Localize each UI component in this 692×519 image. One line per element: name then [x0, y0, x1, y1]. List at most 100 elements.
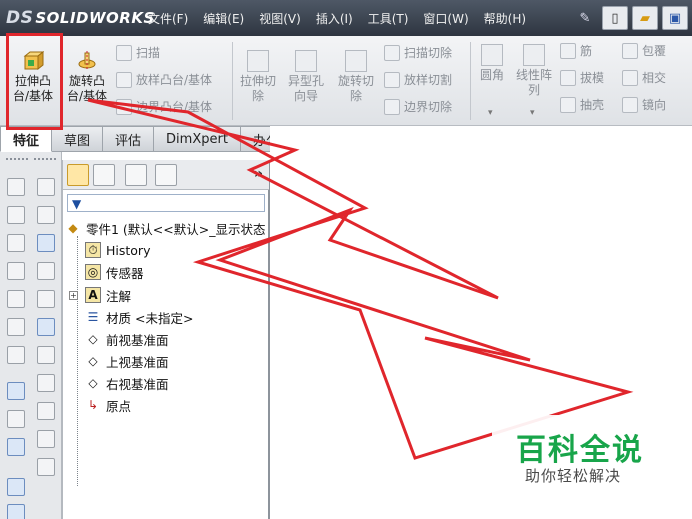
ribbon-separator	[232, 42, 233, 120]
menu-window[interactable]: 窗口(W)	[423, 10, 468, 27]
extrude-cut-button[interactable]: 拉伸切 除	[238, 50, 278, 104]
configuration-manager-icon[interactable]	[125, 164, 147, 186]
box-view-icon[interactable]	[7, 318, 25, 336]
plane-icon: ◇	[88, 376, 98, 390]
tree-item-material[interactable]: ☰ 材质 <未指定>	[85, 307, 194, 327]
tree-item-annotations[interactable]: A 注解	[85, 285, 131, 305]
tool-icon[interactable]	[37, 318, 55, 336]
more-tabs-icon[interactable]: »	[254, 166, 263, 182]
tool-icon[interactable]	[37, 374, 55, 392]
shell-button[interactable]: 抽壳	[560, 96, 604, 113]
toolbar-grip-icon[interactable]	[34, 158, 56, 161]
mirror-button[interactable]: 镜向	[622, 96, 666, 113]
loft-boss-button[interactable]: 放样凸台/基体	[116, 71, 212, 88]
filter-icon: ▼	[72, 197, 82, 211]
plane-icon: ◇	[88, 332, 98, 346]
box-view-icon[interactable]	[7, 178, 25, 196]
box-view-icon[interactable]	[7, 346, 25, 364]
sketch-icon[interactable]	[7, 382, 25, 400]
tree-item-front-plane[interactable]: ◇ 前视基准面	[85, 329, 168, 349]
tool-icon[interactable]	[37, 402, 55, 420]
ribbon-separator	[470, 42, 471, 120]
history-icon: ⏱	[85, 242, 101, 258]
tab-dimxpert[interactable]: DimXpert	[154, 126, 241, 152]
tree-filter[interactable]: ▼	[67, 194, 265, 212]
tree-root-part[interactable]: ◆ 零件1 (默认<<默认>_显示状态	[65, 218, 265, 238]
boundary-boss-button[interactable]: 边界凸台/基体	[116, 98, 212, 115]
boundary-cut-button[interactable]: 边界切除	[384, 98, 452, 115]
title-bar: DS SOLIDWORKS 文件(F) 编辑(E) 视图(V) 插入(I) 工具(…	[0, 0, 692, 36]
toolbar-grip-icon[interactable]	[6, 158, 28, 161]
loft-cut-icon	[384, 71, 400, 88]
tool-icon[interactable]	[37, 346, 55, 364]
box-view-icon[interactable]	[7, 206, 25, 224]
revolve-boss-button[interactable]: 旋转凸 台/基体	[64, 50, 110, 104]
smart-dimension-icon[interactable]	[7, 410, 25, 428]
intersect-button[interactable]: 相交	[622, 69, 666, 86]
revolve-cut-button[interactable]: 旋转切 除	[334, 50, 378, 104]
feature-manager-tabs: »	[63, 160, 269, 190]
menu-insert[interactable]: 插入(I)	[316, 10, 353, 27]
left-toolbars	[0, 152, 62, 519]
intersect-icon	[622, 69, 638, 86]
menu-file[interactable]: 文件(F)	[148, 10, 188, 27]
property-manager-icon[interactable]	[93, 164, 115, 186]
pin-icon[interactable]: ✎	[572, 6, 598, 30]
draft-button[interactable]: 拔模	[560, 69, 604, 86]
tool-icon[interactable]	[37, 262, 55, 280]
tree-item-top-plane[interactable]: ◇ 上视基准面	[85, 351, 168, 371]
watermark: 百科全说 助你轻松解决	[492, 415, 668, 495]
rib-icon	[560, 42, 576, 59]
table-icon[interactable]	[37, 458, 55, 476]
tool-icon[interactable]	[37, 290, 55, 308]
fillet-button[interactable]: 圆角	[476, 44, 508, 83]
tool-icon[interactable]	[37, 430, 55, 448]
part-icon: ◆	[68, 221, 78, 235]
pattern-dropdown-icon[interactable]: ▾	[530, 108, 535, 118]
mirror-icon	[622, 96, 638, 113]
save-icon[interactable]: ▣	[662, 6, 688, 30]
tab-evaluate[interactable]: 评估	[103, 126, 155, 152]
tree-connector	[77, 236, 78, 486]
open-folder-icon[interactable]: ▰	[632, 6, 658, 30]
sensor-icon: ◎	[85, 264, 101, 280]
expand-toggle-icon[interactable]: +	[69, 291, 78, 300]
relations-icon[interactable]	[7, 438, 25, 456]
sweep-cut-button[interactable]: 扫描切除	[384, 44, 452, 61]
rib-button[interactable]: 筋	[560, 42, 592, 59]
menu-help[interactable]: 帮助(H)	[484, 10, 526, 27]
extrude-feature-icon[interactable]	[7, 478, 25, 496]
sweep-icon	[116, 44, 132, 61]
menu-edit[interactable]: 编辑(E)	[203, 10, 244, 27]
menu-tools[interactable]: 工具(T)	[368, 10, 409, 27]
draft-icon	[560, 69, 576, 86]
sweep-button[interactable]: 扫描	[116, 44, 160, 61]
tree-item-right-plane[interactable]: ◇ 右视基准面	[85, 373, 168, 393]
feature-tree-icon[interactable]	[67, 164, 89, 186]
new-document-icon[interactable]: ▯	[602, 6, 628, 30]
material-icon: ☰	[87, 310, 99, 324]
table-icon[interactable]	[37, 178, 55, 196]
fillet-dropdown-icon[interactable]: ▾	[488, 108, 493, 118]
tool-icon[interactable]	[37, 206, 55, 224]
box-view-icon[interactable]	[7, 234, 25, 252]
box-view-icon[interactable]	[7, 290, 25, 308]
hole-wizard-button[interactable]: 异型孔 向导	[284, 50, 328, 104]
linear-pattern-icon	[523, 44, 545, 66]
menu-bar: 文件(F) 编辑(E) 视图(V) 插入(I) 工具(T) 窗口(W) 帮助(H…	[148, 0, 541, 36]
tree-item-sensors[interactable]: ◎ 传感器	[85, 262, 144, 282]
wrap-button[interactable]: 包覆	[622, 42, 666, 59]
tool-icon[interactable]	[37, 234, 55, 252]
tree-item-origin[interactable]: ↳ 原点	[85, 395, 131, 415]
boundary-cut-icon	[384, 98, 400, 115]
revolve-boss-icon	[78, 51, 96, 71]
box-view-icon[interactable]	[7, 262, 25, 280]
linear-pattern-button[interactable]: 线性阵 列	[512, 44, 556, 98]
feature-icon[interactable]	[7, 504, 25, 519]
display-manager-icon[interactable]	[155, 164, 177, 186]
loft-cut-button[interactable]: 放样切割	[384, 71, 452, 88]
tree-item-history[interactable]: ⏱ History	[85, 240, 150, 260]
menu-view[interactable]: 视图(V)	[259, 10, 301, 27]
loft-icon	[116, 71, 132, 88]
plane-icon: ◇	[88, 354, 98, 368]
